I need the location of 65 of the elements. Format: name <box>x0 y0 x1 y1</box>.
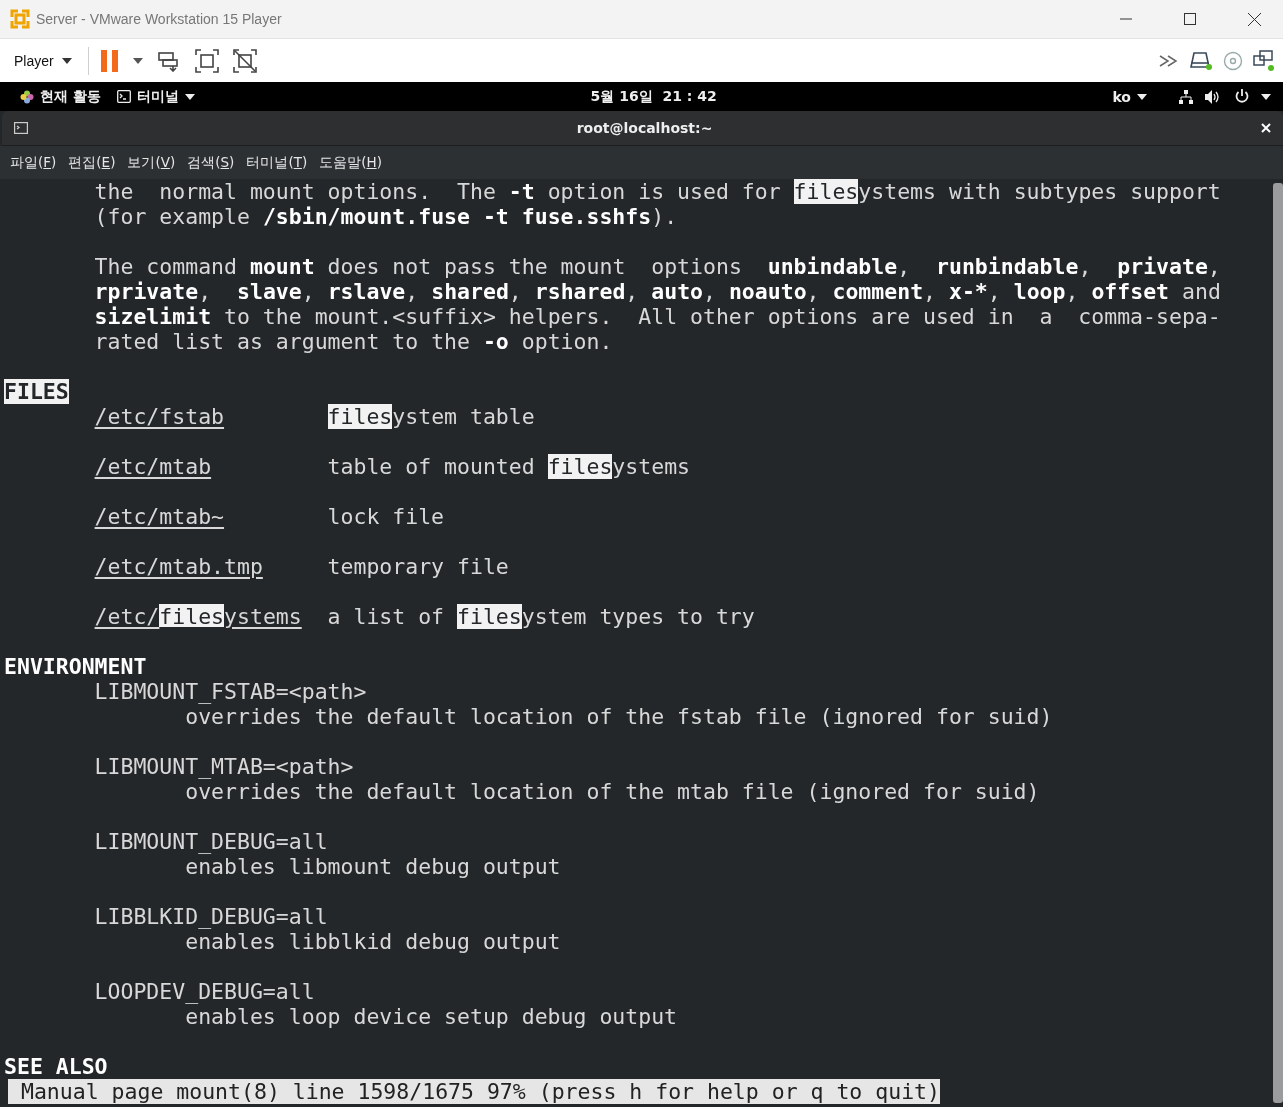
menu-item[interactable]: 편집(E) <box>62 149 122 176</box>
file-path: /etc/mtab <box>94 454 212 479</box>
dropdown-button[interactable] <box>130 55 145 66</box>
caret-icon <box>132 57 143 64</box>
activities-button[interactable]: 현재 활동 <box>12 82 109 111</box>
text-line: rated list as argument to the -o option. <box>93 329 613 354</box>
menu-item[interactable]: 도움말(H) <box>313 149 388 176</box>
scrollbar[interactable] <box>1273 183 1283 1103</box>
file-description: a list of filesystem types to try <box>327 604 755 629</box>
terminal-icon[interactable] <box>14 122 28 134</box>
caret-icon <box>1261 93 1271 100</box>
section-heading: SEE ALSO <box>4 1054 108 1079</box>
text-line: LIBMOUNT_MTAB=<path> <box>93 754 354 779</box>
caret-icon <box>1137 93 1147 100</box>
text-line: overrides the default location of the fstab file (ignored for suid) <box>184 704 1053 729</box>
network-adapter-icon[interactable] <box>1253 49 1275 72</box>
text-line: enables libmount debug output <box>184 854 561 879</box>
window-title: Server - VMware Workstation 15 Player <box>36 11 282 27</box>
minimize-icon <box>1120 18 1132 20</box>
text-line: enables loop device setup debug output <box>184 1004 678 1029</box>
player-menu[interactable]: Player <box>8 48 78 73</box>
caret-icon <box>61 57 72 64</box>
text-line: LIBMOUNT_FSTAB=<path> <box>93 679 367 704</box>
clock[interactable]: 5월 16일 21 : 42 <box>590 87 717 106</box>
menu-item[interactable]: 검색(S) <box>181 149 241 176</box>
text-line: enables libblkid debug output <box>184 929 561 954</box>
app-logo-icon <box>10 9 30 29</box>
chevrons-icon[interactable] <box>1159 54 1179 67</box>
volume-icon[interactable] <box>1205 89 1221 104</box>
flower-logo-icon <box>20 89 34 104</box>
file-path: /etc/filesystems <box>94 604 302 629</box>
text-line: The command mount does not pass the mount options unbindable, runbindable, private, <box>93 254 1221 279</box>
menu-item[interactable]: 파일(F) <box>4 149 63 176</box>
file-path: /etc/mtab~ <box>94 504 225 529</box>
text-line: rprivate, slave, rslave, shared, rshared, auto, noauto, comment, x-*, loop, offset and <box>93 279 1221 304</box>
file-description: table of mounted filesystems <box>327 454 691 479</box>
text-line: (for example /sbin/mount.fuse -t fuse.sshfs). <box>93 204 678 229</box>
text-line: sizelimit to the mount.<suffix> helpers. All other options are used in a comma-sepa‐ <box>93 304 1221 329</box>
terminal-icon <box>116 90 131 103</box>
pause-button[interactable] <box>98 47 121 74</box>
maximize-icon <box>1184 13 1196 25</box>
close-icon <box>1247 12 1261 26</box>
text-line: LIBMOUNT_DEBUG=all <box>93 829 328 854</box>
file-description: lock file <box>327 504 445 529</box>
fullscreen-icon[interactable] <box>192 46 221 75</box>
text-line: LIBBLKID_DEBUG=all <box>93 904 328 929</box>
menu-item[interactable]: 보기(V) <box>121 149 182 176</box>
menu-item[interactable]: 터미널(T) <box>240 149 314 176</box>
file-description: filesystem table <box>327 404 535 429</box>
text-line: LOOPDEV_DEBUG=all <box>93 979 315 1004</box>
terminal-title: root@localhost:~ <box>575 120 714 136</box>
power-icon[interactable] <box>1235 89 1249 104</box>
app-menu[interactable]: 터미널 <box>108 82 203 111</box>
input-method-menu[interactable]: ko <box>1104 82 1155 111</box>
caret-icon <box>184 93 195 100</box>
file-path: /etc/fstab <box>94 404 225 429</box>
unity-mode-icon[interactable] <box>230 46 259 75</box>
close-icon[interactable] <box>1261 123 1271 133</box>
file-path: /etc/mtab.tmp <box>94 554 263 579</box>
section-heading: ENVIRONMENT <box>4 654 147 679</box>
section-heading: FILES <box>4 379 69 404</box>
text-line: overrides the default location of the mtab file (ignored for suid) <box>184 779 1040 804</box>
file-description: temporary file <box>327 554 509 579</box>
network-icon[interactable] <box>1179 89 1193 104</box>
text-line: the normal mount options. The -t option is used for filesystems with subtypes support <box>93 179 1221 204</box>
